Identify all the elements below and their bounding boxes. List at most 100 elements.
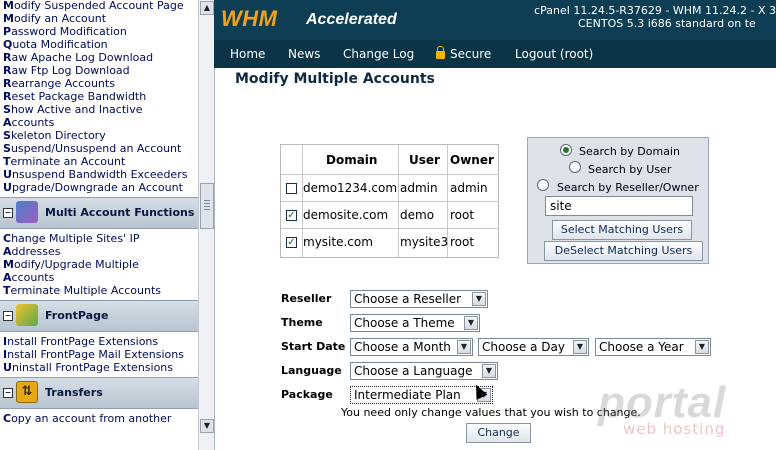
sidebar-link-rest: eset Package Bandwidth bbox=[11, 90, 147, 103]
sidebar-link[interactable]: Suspend/Unsuspend an Account bbox=[0, 142, 198, 155]
collapse-icon[interactable]: − bbox=[3, 388, 13, 398]
sidebar-link-rest: odify an Account bbox=[13, 12, 107, 25]
sidebar-link[interactable]: Skeleton Directory bbox=[0, 129, 198, 142]
sidebar-link[interactable]: Upgrade/Downgrade an Account bbox=[0, 181, 198, 194]
sidebar-link[interactable]: Password Modification bbox=[0, 25, 198, 38]
sidebar-section-transfers[interactable]: − ⇅ Transfers bbox=[0, 377, 198, 409]
month-select-value: Choose a Month bbox=[354, 340, 451, 354]
sidebar-link[interactable]: Addresses bbox=[0, 245, 198, 258]
nav-secure[interactable]: Secure bbox=[436, 46, 491, 61]
deselect-matching-users-button[interactable]: DeSelect Matching Users bbox=[544, 241, 703, 261]
radio-search-reseller[interactable] bbox=[537, 179, 549, 191]
sidebar-link[interactable]: Copy an account from another bbox=[0, 412, 198, 425]
collapse-icon[interactable]: − bbox=[3, 208, 13, 218]
main-left-border bbox=[214, 68, 215, 450]
sidebar-link[interactable]: Reset Package Bandwidth bbox=[0, 90, 198, 103]
reseller-label: Reseller bbox=[281, 292, 332, 305]
sidebar-link[interactable]: Modify Suspended Account Page bbox=[0, 0, 198, 12]
radio-search-user[interactable] bbox=[569, 161, 581, 173]
radio-search-domain[interactable] bbox=[560, 144, 572, 156]
nav-home[interactable]: Home bbox=[230, 47, 265, 61]
sidebar-link-rest: odify Suspended Account Page bbox=[13, 0, 184, 12]
sidebar-link-initial: M bbox=[3, 0, 14, 12]
accounts-table: Domain User Owner demo1234.com admin adm… bbox=[280, 144, 499, 258]
nav-news[interactable]: News bbox=[288, 47, 320, 61]
row-checkbox[interactable]: ✓ bbox=[286, 237, 297, 248]
column-header-domain: Domain bbox=[326, 153, 378, 167]
section-label: Transfers bbox=[45, 386, 103, 399]
sidebar-link-initial: M bbox=[3, 258, 14, 271]
dropdown-arrow-icon: ▼ bbox=[482, 364, 496, 378]
sidebar-link[interactable]: Rearrange Accounts bbox=[0, 77, 198, 90]
change-note: You need only change values that you wis… bbox=[341, 406, 641, 419]
sidebar-link[interactable]: Raw Ftp Log Download bbox=[0, 64, 198, 77]
section-label: FrontPage bbox=[45, 309, 109, 322]
sidebar-link[interactable]: Quota Modification bbox=[0, 38, 198, 51]
sidebar-link-rest: uota Modification bbox=[12, 38, 108, 51]
sidebar-multi-account-list: Change Multiple Sites' IP Addresses Modify… bbox=[0, 232, 198, 297]
nav-logout[interactable]: Logout (root) bbox=[515, 47, 593, 61]
sidebar-link-rest: ccounts bbox=[11, 116, 55, 129]
cell-user: admin bbox=[400, 181, 438, 195]
sidebar-link[interactable]: Install FrontPage Extensions bbox=[0, 335, 198, 348]
sidebar-link[interactable]: Modify an Account bbox=[0, 12, 198, 25]
sidebar-link-rest: aw Apache Log Download bbox=[11, 51, 154, 64]
sidebar-section-frontpage[interactable]: − FrontPage bbox=[0, 300, 198, 332]
frontpage-icon bbox=[16, 304, 38, 326]
sidebar-link[interactable]: Modify/Upgrade Multiple bbox=[0, 258, 198, 271]
version-info: cPanel 11.24.5-R37629 - WHM 11.24.2 - X … bbox=[511, 4, 776, 30]
sidebar-link-initial: S bbox=[3, 142, 11, 155]
sidebar-link-initial: A bbox=[3, 245, 12, 258]
language-label: Language bbox=[281, 364, 342, 377]
portal-watermark-subtitle: web hosting bbox=[623, 420, 726, 438]
sidebar-link[interactable]: Accounts bbox=[0, 271, 198, 284]
sidebar-link[interactable]: Unsuspend Bandwidth Exceeders bbox=[0, 168, 198, 181]
lock-icon bbox=[436, 46, 445, 59]
nav-change-log[interactable]: Change Log bbox=[343, 47, 414, 61]
sidebar-link-rest: ninstall FrontPage Extensions bbox=[11, 361, 174, 374]
sidebar-link-initial: A bbox=[3, 116, 12, 129]
scroll-down-arrow-icon[interactable]: ▼ bbox=[200, 419, 214, 433]
sidebar-link[interactable]: Terminate Multiple Accounts bbox=[0, 284, 198, 297]
sidebar-link[interactable]: Change Multiple Sites' IP bbox=[0, 232, 198, 245]
theme-select[interactable]: Choose a Theme ▼ bbox=[350, 314, 480, 332]
day-select[interactable]: Choose a Day ▼ bbox=[478, 338, 589, 356]
sidebar-link[interactable]: Raw Apache Log Download bbox=[0, 51, 198, 64]
sidebar-link[interactable]: Show Active and Inactive bbox=[0, 103, 198, 116]
row-checkbox[interactable] bbox=[286, 183, 297, 194]
cell-user: mysite3 bbox=[400, 235, 449, 249]
cell-owner: root bbox=[450, 208, 475, 222]
sidebar-scrollbar[interactable]: ▲ ▼ bbox=[198, 0, 214, 450]
sidebar-link[interactable]: Accounts bbox=[0, 116, 198, 129]
scrollbar-thumb[interactable] bbox=[200, 183, 214, 229]
sidebar-link-rest: opy an account from another bbox=[11, 412, 172, 425]
sidebar-link[interactable]: Install FrontPage Mail Extensions bbox=[0, 348, 198, 361]
sidebar-link[interactable]: Uninstall FrontPage Extensions bbox=[0, 361, 198, 374]
sidebar-link-rest: erminate Multiple Accounts bbox=[10, 284, 162, 297]
language-select[interactable]: Choose a Language ▼ bbox=[350, 362, 498, 380]
reseller-select[interactable]: Choose a Reseller ▼ bbox=[350, 290, 488, 308]
row-checkbox[interactable]: ✓ bbox=[286, 210, 297, 221]
package-select-value: Intermediate Plan bbox=[354, 388, 461, 402]
sidebar-link-rest: nstall FrontPage Mail Extensions bbox=[7, 348, 184, 361]
search-input[interactable]: site bbox=[545, 196, 693, 216]
section-label: Multi Account Functions bbox=[45, 206, 195, 219]
sidebar-link[interactable]: Terminate an Account bbox=[0, 155, 198, 168]
sidebar-link-initial: T bbox=[3, 155, 11, 168]
collapse-icon[interactable]: − bbox=[3, 311, 13, 321]
sidebar-link-initial: S bbox=[3, 129, 11, 142]
start-date-label: Start Date bbox=[281, 340, 346, 353]
sidebar-link-initial: U bbox=[3, 361, 12, 374]
change-button[interactable]: Change bbox=[466, 423, 531, 443]
dropdown-arrow-icon: ▼ bbox=[464, 316, 478, 330]
cell-domain: mysite.com bbox=[303, 235, 373, 249]
select-matching-users-button[interactable]: Select Matching Users bbox=[552, 220, 692, 240]
year-select[interactable]: Choose a Year ▼ bbox=[595, 338, 711, 356]
transfers-icon: ⇅ bbox=[16, 381, 38, 403]
scroll-up-arrow-icon[interactable]: ▲ bbox=[200, 1, 214, 15]
month-select[interactable]: Choose a Month ▼ bbox=[350, 338, 473, 356]
column-header-user: User bbox=[409, 153, 440, 167]
sidebar-section-multi-account[interactable]: − Multi Account Functions bbox=[0, 197, 198, 229]
version-line-2: CENTOS 5.3 i686 standard on te bbox=[578, 17, 756, 30]
top-nav: Home News Change Log Secure Logout (root… bbox=[214, 40, 776, 68]
